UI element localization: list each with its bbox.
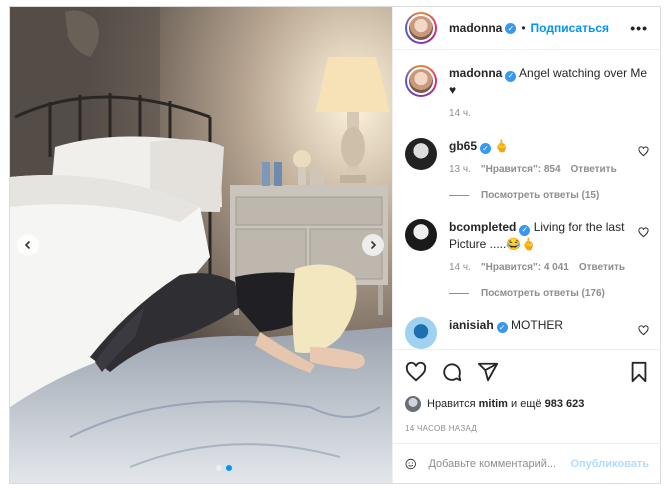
comment-time[interactable]: 14 ч. <box>449 260 471 276</box>
comment-time[interactable]: 13 ч. <box>449 162 471 178</box>
comment-like-icon[interactable] <box>638 324 649 336</box>
comment-likes[interactable]: "Нравится": 854 <box>481 162 561 178</box>
comment-username[interactable]: gb65 <box>449 139 477 153</box>
likes-summary[interactable]: Нравится mitim и ещё 983 623 <box>405 396 649 412</box>
comments-list[interactable]: madonna ✓ Angel watching over Me ♥ 14 ч. … <box>393 51 661 349</box>
author-avatar[interactable] <box>405 12 437 44</box>
comment-username[interactable]: ianisiah <box>449 318 494 332</box>
comment-text: 🖕 <box>494 138 510 153</box>
comment-input[interactable] <box>428 457 571 470</box>
liker-username[interactable]: mitim <box>479 398 508 410</box>
heart-icon[interactable] <box>405 361 427 383</box>
carousel-dot-active <box>226 465 232 471</box>
likes-middle: и ещё <box>511 398 542 410</box>
caption-username[interactable]: madonna <box>449 66 502 80</box>
carousel-dots <box>216 465 232 471</box>
comment-username[interactable]: bcompleted <box>449 220 516 234</box>
commenter-avatar[interactable] <box>405 137 437 170</box>
next-photo-button[interactable] <box>362 234 384 256</box>
share-icon[interactable] <box>477 361 499 383</box>
comment-composer: Опубликовать <box>393 443 661 483</box>
comment-like-icon[interactable] <box>638 145 649 157</box>
bookmark-icon[interactable] <box>629 361 649 383</box>
comment-item: ianisiah ✓ MOTHER <box>405 316 649 349</box>
verified-icon: ✓ <box>505 70 517 82</box>
comment-icon[interactable] <box>441 361 463 383</box>
comment-text: MOTHER <box>511 317 564 332</box>
view-replies-button[interactable]: Посмотреть ответы (15) <box>449 190 649 201</box>
comment-like-icon[interactable] <box>638 227 649 238</box>
comment-likes[interactable]: "Нравится": 4 041 <box>481 260 569 276</box>
carousel-dot <box>216 465 222 471</box>
reply-button[interactable]: Ответить <box>571 162 617 178</box>
likes-prefix: Нравится <box>427 398 476 410</box>
comment-item: bcompleted ✓ Living for the last Picture … <box>405 219 649 276</box>
author-avatar[interactable] <box>405 65 437 97</box>
caption-time[interactable]: 14 ч. <box>449 106 471 122</box>
caption: madonna ✓ Angel watching over Me ♥ 14 ч. <box>405 65 649 122</box>
view-replies-label: Посмотреть ответы (15) <box>481 190 600 201</box>
post-modal: madonna ✓ • Подписаться ••• madonna ✓ Ang… <box>9 6 661 484</box>
liker-avatar <box>405 396 421 412</box>
post-header: madonna ✓ • Подписаться ••• <box>393 7 660 50</box>
commenter-avatar[interactable] <box>405 316 437 349</box>
publish-button[interactable]: Опубликовать <box>570 458 649 470</box>
reply-button[interactable]: Ответить <box>579 260 625 276</box>
likes-count[interactable]: 983 623 <box>545 398 585 410</box>
chevron-right-icon <box>370 240 377 250</box>
view-replies-button[interactable]: Посмотреть ответы (176) <box>449 288 649 299</box>
post-photo[interactable] <box>10 7 392 483</box>
verified-icon: ✓ <box>505 22 517 34</box>
separator-dot: • <box>521 21 526 35</box>
chevron-left-icon <box>24 240 31 250</box>
verified-icon: ✓ <box>519 224 531 236</box>
previous-photo-button[interactable] <box>17 234 39 256</box>
post-side-panel: madonna ✓ • Подписаться ••• madonna ✓ Ang… <box>392 7 661 483</box>
more-options-icon[interactable]: ••• <box>630 20 648 36</box>
post-time-ago[interactable]: 14 часов назад <box>405 424 649 433</box>
view-replies-label: Посмотреть ответы (176) <box>481 287 605 299</box>
verified-icon: ✓ <box>480 143 492 154</box>
post-actions: Нравится mitim и ещё 983 623 14 часов на… <box>393 349 661 433</box>
photo-illustration <box>10 7 392 483</box>
follow-button[interactable]: Подписаться <box>531 21 609 35</box>
author-username[interactable]: madonna <box>449 21 502 35</box>
commenter-avatar[interactable] <box>405 219 437 251</box>
comment-item: gb65 ✓ 🖕 13 ч. "Нравится": 854 Ответить <box>405 137 649 179</box>
emoji-icon[interactable] <box>405 454 416 474</box>
verified-icon: ✓ <box>496 322 508 333</box>
